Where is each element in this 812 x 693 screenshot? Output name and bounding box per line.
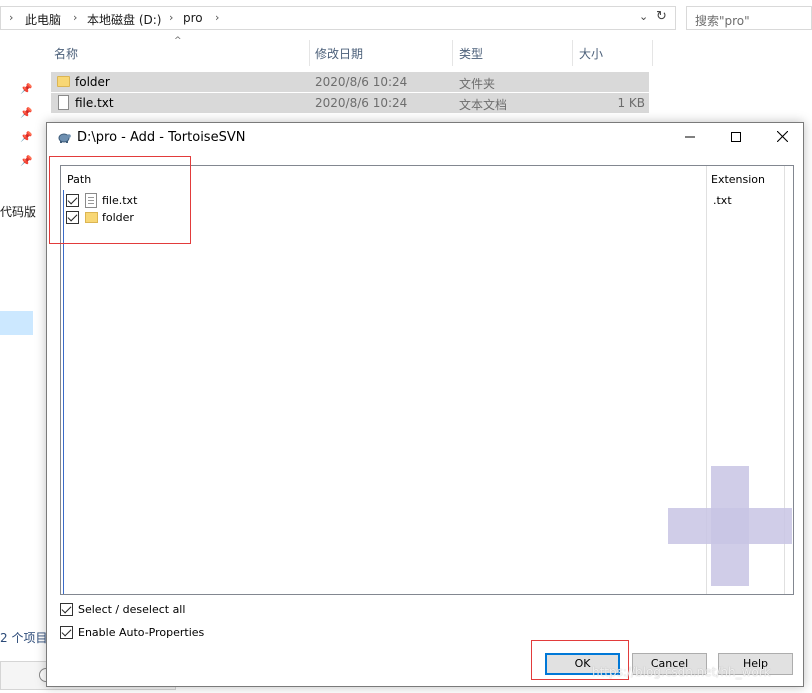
auto-properties-label[interactable]: Enable Auto-Properties (78, 626, 204, 639)
breadcrumb-this-pc[interactable]: 此电脑 (25, 11, 61, 28)
file-date: 2020/8/6 10:24 (315, 96, 408, 110)
file-list-view[interactable]: Path Extension file.txt .txt folder (60, 165, 794, 595)
tortoisesvn-add-dialog: D:\pro - Add - TortoiseSVN Path Extensio… (46, 122, 804, 687)
column-divider[interactable] (652, 40, 653, 66)
close-icon (776, 130, 788, 143)
folder-icon (85, 212, 98, 223)
item-checkbox[interactable] (66, 194, 79, 207)
column-divider[interactable] (452, 40, 453, 66)
list-item-file-txt[interactable]: file.txt (66, 192, 766, 210)
item-extension: .txt (713, 194, 732, 207)
text-file-icon (58, 95, 69, 110)
column-divider[interactable] (309, 40, 310, 66)
file-name: file.txt (75, 96, 114, 110)
pin-icon[interactable]: 📌 (20, 156, 32, 168)
watermark-text: https://blog.csdn.net/hh_work (592, 665, 771, 679)
chevron-right-icon: › (9, 11, 14, 24)
dialog-title: D:\pro - Add - TortoiseSVN (77, 130, 246, 145)
select-all-label[interactable]: Select / deselect all (78, 603, 185, 616)
file-date: 2020/8/6 10:24 (315, 75, 408, 89)
chevron-right-icon: › (215, 11, 220, 24)
pin-icon[interactable]: 📌 (20, 108, 32, 120)
pin-icon[interactable]: 📌 (20, 84, 32, 96)
column-header-size[interactable]: 大小 (579, 45, 603, 71)
sort-ascending-icon: ^ (174, 36, 182, 46)
breadcrumb-local-disk[interactable]: 本地磁盘 (D:) (87, 11, 161, 28)
maximize-button[interactable] (713, 123, 759, 153)
column-header-date[interactable]: 修改日期 (315, 45, 363, 71)
column-header-extension[interactable]: Extension (711, 173, 765, 186)
dialog-titlebar[interactable]: D:\pro - Add - TortoiseSVN (47, 123, 803, 153)
file-row-file-txt[interactable]: file.txt 2020/8/6 10:24 文本文档 1 KB (51, 93, 649, 113)
add-plus-icon (668, 508, 792, 544)
status-item-count: 2 个项目 (0, 631, 48, 645)
file-type: 文件夹 (459, 77, 496, 91)
address-bar[interactable]: › 此电脑 › 本地磁盘 (D:) › pro › ⌄ ↻ (0, 6, 676, 30)
list-focus-line (63, 190, 64, 594)
list-item-folder[interactable]: folder (66, 209, 766, 227)
sidebar-item-label[interactable]: 代码版 (0, 203, 36, 220)
item-checkbox[interactable] (66, 211, 79, 224)
search-input[interactable]: 搜索"pro" (686, 6, 812, 30)
file-size: 1 KB (617, 96, 645, 110)
sidebar-item-selected[interactable] (0, 311, 33, 335)
close-button[interactable] (759, 123, 805, 153)
file-type: 文本文档 (459, 98, 508, 112)
column-header-path[interactable]: Path (67, 173, 91, 186)
item-name: file.txt (102, 194, 138, 207)
folder-icon (57, 76, 70, 87)
search-placeholder: 搜索"pro" (695, 14, 750, 28)
tortoise-icon (58, 133, 71, 143)
chevron-down-icon[interactable]: ⌄ (639, 10, 648, 23)
file-name: folder (75, 75, 110, 89)
file-row-folder[interactable]: folder 2020/8/6 10:24 文件夹 (51, 72, 649, 92)
refresh-icon[interactable]: ↻ (656, 9, 667, 24)
auto-properties-checkbox[interactable] (60, 626, 73, 639)
column-divider[interactable] (572, 40, 573, 66)
minimize-button[interactable] (667, 123, 713, 153)
column-header-name[interactable]: 名称 (54, 45, 78, 71)
breadcrumb-pro[interactable]: pro (183, 11, 203, 25)
select-all-checkbox[interactable] (60, 603, 73, 616)
column-header-type[interactable]: 类型 (459, 45, 483, 71)
item-name: folder (102, 211, 134, 224)
list-header: Path Extension (61, 166, 793, 188)
chevron-right-icon: › (169, 11, 174, 24)
minimize-icon (685, 136, 695, 138)
maximize-icon (731, 132, 741, 142)
text-file-icon (85, 193, 97, 208)
pin-icon[interactable]: 📌 (20, 132, 32, 144)
chevron-right-icon: › (73, 11, 78, 24)
